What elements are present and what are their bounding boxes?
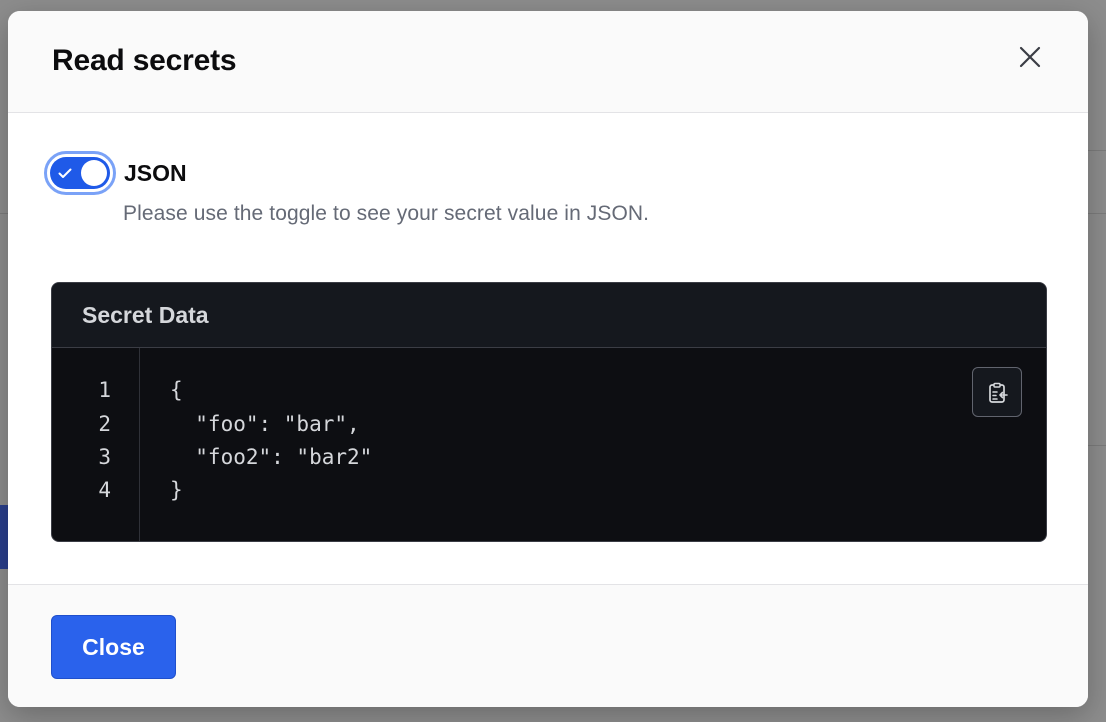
line-number-gutter: 1 2 3 4 [52, 348, 140, 541]
code-line: "foo": "bar", [170, 412, 360, 436]
secret-data-code-block: Secret Data 1 2 3 4 { "foo": "bar", "foo… [51, 282, 1047, 542]
toggle-knob [81, 160, 107, 186]
background-divider [1088, 445, 1106, 446]
line-number: 3 [98, 445, 111, 469]
code-line: "foo2": "bar2" [170, 445, 373, 469]
close-icon-glyph [1019, 46, 1041, 68]
code-line: { [170, 378, 183, 402]
modal-title: Read secrets [52, 44, 237, 77]
copy-button[interactable] [972, 367, 1022, 417]
toggle-help-text: Please use the toggle to see your secret… [123, 202, 650, 225]
toggle-label: JSON [124, 160, 187, 186]
code-block-title: Secret Data [82, 302, 209, 328]
checkmark-icon [58, 168, 72, 178]
read-secrets-modal: Read secrets JSON Please use the toggle … [8, 11, 1088, 707]
background-accent [0, 505, 8, 569]
json-toggle[interactable] [44, 151, 116, 195]
clipboard-copy-icon [989, 382, 1008, 403]
line-number: 1 [98, 378, 111, 402]
line-number: 2 [98, 412, 111, 436]
background-divider [1088, 150, 1106, 151]
background-divider [0, 213, 8, 214]
line-number: 4 [98, 478, 111, 502]
close-button[interactable]: Close [51, 615, 176, 679]
toggle-track [50, 157, 110, 189]
background-divider [1088, 213, 1106, 214]
code-block-header: Secret Data [52, 283, 1046, 348]
modal-footer: Close [8, 584, 1088, 707]
close-icon[interactable] [1014, 41, 1046, 73]
code-line: } [170, 478, 183, 502]
modal-header: Read secrets [8, 11, 1088, 113]
